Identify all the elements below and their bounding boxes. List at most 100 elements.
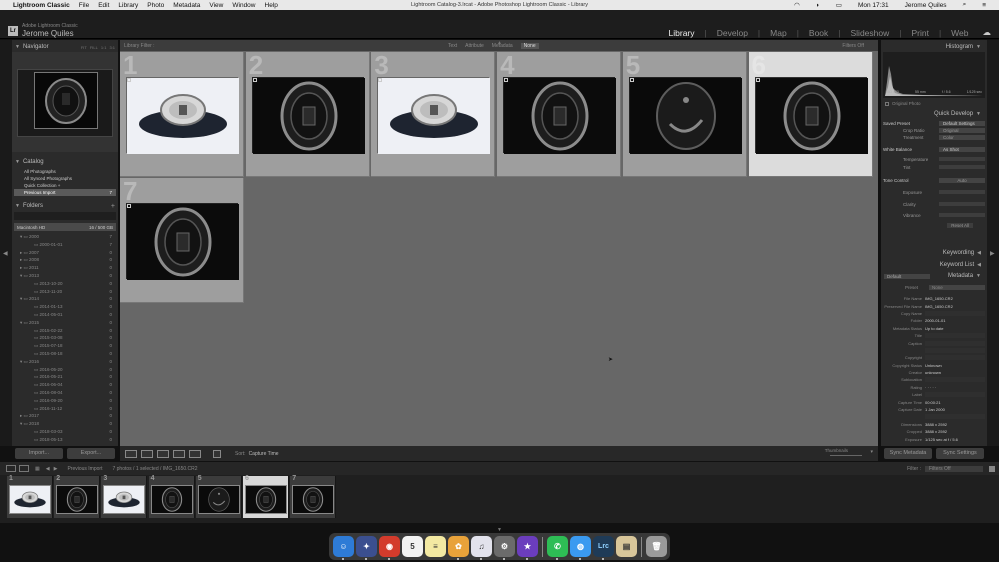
filmstrip-cell[interactable]: 1 — [7, 475, 53, 518]
whatsapp-icon[interactable]: ✆ — [547, 536, 568, 560]
imovie-icon[interactable]: ★ — [517, 536, 538, 560]
folder-row[interactable]: ▭ 2015-02-22 0 — [14, 327, 116, 335]
filmstrip-cell[interactable]: 7 — [290, 475, 337, 518]
filter-text[interactable]: Text — [448, 43, 457, 49]
main-window-icon[interactable] — [6, 465, 16, 472]
metadata-value[interactable]: 1/125 sec at f / 5.6 — [925, 437, 985, 442]
reset-all-button[interactable]: Reset All — [947, 222, 973, 228]
histogram-header[interactable]: Histogram ▼ — [881, 42, 987, 52]
folder-row[interactable]: ▸ ▭ 2008 0 — [14, 256, 116, 264]
survey-view-icon[interactable] — [173, 449, 185, 458]
grid-thumbnail[interactable] — [251, 77, 365, 154]
metadata-value[interactable]: IMG_1650.CR2 — [925, 296, 985, 301]
metadata-header[interactable]: Default Metadata ▼ — [881, 271, 987, 281]
keywording-header[interactable]: Keywording ◀ — [881, 248, 987, 258]
grid-thumbnail[interactable] — [503, 77, 617, 154]
catalog-item-quick-collection[interactable]: Quick Collection + — [14, 182, 116, 189]
metadata-value[interactable] — [925, 414, 985, 420]
module-web[interactable]: Web — [951, 28, 968, 38]
folders-header[interactable]: ▼ Folders + — [12, 201, 118, 211]
metadata-field-row[interactable]: Copyright Status Unknown — [883, 362, 985, 369]
search-icon[interactable]: ⌕ — [963, 1, 967, 9]
folder-row[interactable]: ▭ 2014-05-01 0 — [14, 311, 116, 319]
catalog-item-all-synced[interactable]: All Synced Photographs — [14, 175, 116, 182]
volume-icon[interactable]: ◗ — [816, 2, 820, 9]
folder-row[interactable]: ▭ 2016-05-21 0 — [14, 373, 116, 381]
calendar-icon[interactable]: 5 — [402, 536, 423, 557]
film-thumbnail[interactable] — [245, 485, 287, 514]
histogram-chart[interactable]: ISO 400 55 mm f / 5.6 1/125 sec — [883, 52, 985, 98]
metadata-field-row[interactable]: Copyright — [883, 354, 985, 361]
treatment-row[interactable]: Treatment Color — [883, 134, 985, 141]
toolbar-menu-icon[interactable]: ▾ — [870, 449, 873, 455]
film-thumbnail[interactable] — [9, 485, 51, 514]
filmstrip-cell[interactable]: 5 — [195, 475, 242, 518]
sync-metadata-button[interactable]: Sync Metadata — [884, 448, 932, 459]
grid-cell[interactable]: 4 — [497, 52, 622, 177]
grid-icon[interactable]: ▦ — [35, 466, 40, 472]
folder-row[interactable]: ▭ 2018-03-03 0 — [14, 428, 116, 436]
notes-icon[interactable]: ≡ — [425, 536, 446, 557]
collapse-left-icon[interactable]: ◀ — [3, 250, 8, 257]
folder-row[interactable]: ▭ 2000-01-01 7 — [14, 241, 116, 249]
metadata-field-row[interactable]: Capture Date 1 Jan 2000 — [883, 406, 985, 413]
metadata-value[interactable]: 3888 x 2592 — [925, 429, 985, 434]
messages-icon[interactable]: ◍ — [570, 536, 591, 560]
metadata-value[interactable] — [925, 347, 985, 353]
folder-row[interactable]: ▭ 2016-06-04 0 — [14, 381, 116, 389]
film-thumbnail[interactable] — [292, 485, 335, 514]
photos-icon[interactable]: ✿ — [448, 536, 469, 560]
auto-button[interactable]: Auto — [939, 177, 985, 183]
header-toggle-icon[interactable]: ▲ — [497, 40, 502, 46]
module-book[interactable]: Book — [809, 28, 828, 38]
white-balance-row[interactable]: White Balance As Shot — [883, 143, 985, 155]
film-thumbnail[interactable] — [56, 485, 99, 514]
tone-control-row[interactable]: Tone Control Auto — [883, 174, 985, 186]
folder-row[interactable]: ▾ ▭ 2015 0 — [14, 319, 116, 327]
grid-cell[interactable]: 2 — [245, 52, 370, 177]
system-preferences-icon[interactable]: ⚙ — [494, 536, 515, 560]
clarity-row[interactable]: Clarity — [883, 198, 985, 210]
clock[interactable]: Mon 17:31 — [858, 2, 889, 9]
folder-row[interactable]: ▸ ▭ 2017 0 — [14, 412, 116, 420]
people-view-icon[interactable] — [189, 449, 201, 458]
temperature-row[interactable]: Temperature — [883, 155, 985, 163]
metadata-field-row[interactable] — [883, 347, 985, 354]
folder-row[interactable]: ▾ ▭ 2018 0 — [14, 420, 116, 428]
grid-thumbnail[interactable] — [377, 77, 491, 154]
wifi-icon[interactable]: ◠ — [794, 1, 800, 9]
folder-row[interactable]: ▾ ▭ 2013 0 — [14, 272, 116, 280]
cloud-icon[interactable]: ☁ — [983, 27, 992, 38]
tint-row[interactable]: Tint — [883, 163, 985, 171]
import-button[interactable]: Import... — [15, 448, 63, 459]
catalog-header[interactable]: ▼ Catalog — [12, 157, 118, 167]
metadata-field-row[interactable]: Exposure 1/125 sec at f / 5.6 — [883, 435, 985, 442]
metadata-value[interactable] — [925, 340, 985, 346]
forward-arrow-icon[interactable]: ▶ — [54, 466, 58, 472]
module-library[interactable]: Library — [669, 28, 695, 38]
second-window-icon[interactable] — [19, 465, 29, 472]
metadata-field-row[interactable]: Title — [883, 332, 985, 339]
metadata-field-row[interactable]: Capture Time 00:00:21 — [883, 398, 985, 405]
metadata-value[interactable] — [925, 377, 985, 383]
film-thumbnail[interactable] — [103, 485, 146, 514]
launchpad-icon[interactable]: ✦ — [356, 536, 377, 560]
finder-icon[interactable]: ☺ — [333, 536, 354, 560]
filmstrip-cell[interactable]: 3 — [101, 475, 148, 518]
metadata-value[interactable]: 00:00:21 — [925, 400, 985, 405]
folder-row[interactable]: ▭ 2013-11-20 0 — [14, 288, 116, 296]
metadata-field-row[interactable]: Dimensions 3888 x 2592 — [883, 421, 985, 428]
thumbnail-size-slider[interactable] — [830, 455, 862, 456]
metadata-value[interactable]: Up to date — [925, 326, 985, 331]
module-slideshow[interactable]: Slideshow — [851, 28, 890, 38]
metadata-value[interactable]: unknown — [925, 370, 985, 375]
metadata-mode-dropdown[interactable]: Default — [884, 273, 930, 279]
loupe-view-icon[interactable] — [141, 449, 153, 458]
metadata-field-row[interactable]: Cropped 3888 x 2592 — [883, 428, 985, 435]
filmstrip-cell[interactable]: 2 — [54, 475, 101, 518]
folder-row[interactable]: ▭ 2018-05-13 0 — [14, 436, 116, 444]
metadata-field-row[interactable]: Metadata Status Up to date — [883, 325, 985, 332]
folder-row[interactable]: ▭ 2016-09-20 0 — [14, 397, 116, 405]
saved-preset-row[interactable]: Saved Preset Default Settings — [883, 120, 985, 127]
original-photo-checkbox[interactable]: Original Photo — [885, 101, 921, 106]
